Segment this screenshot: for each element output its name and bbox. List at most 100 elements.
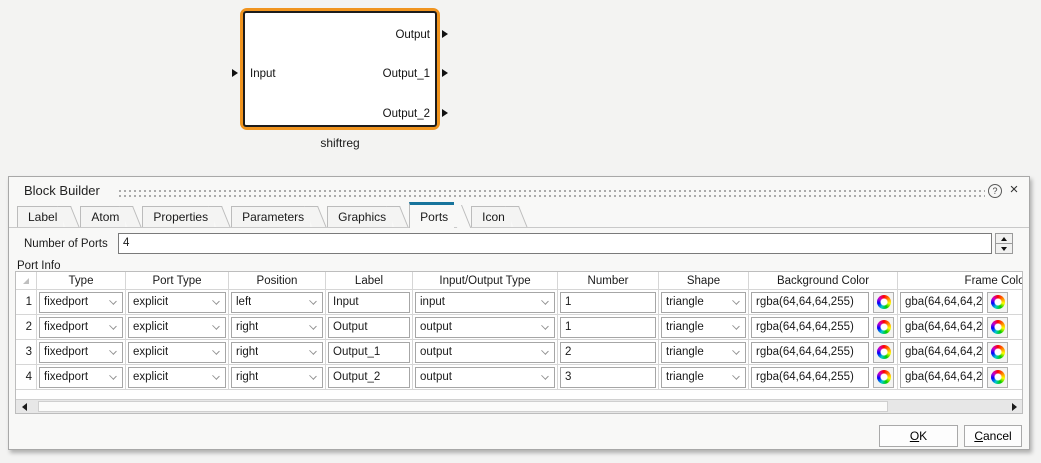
chevron-down-icon — [212, 322, 220, 330]
tab-ports[interactable]: Ports — [409, 202, 454, 228]
help-icon[interactable]: ? — [988, 184, 1002, 198]
tab-properties[interactable]: Properties — [142, 206, 214, 227]
output-1-port-arrow-icon[interactable] — [442, 69, 448, 77]
shape-select[interactable]: triangle — [661, 292, 746, 313]
shape-select[interactable]: triangle — [661, 342, 746, 363]
label-input[interactable]: Output — [328, 317, 410, 338]
ok-button[interactable]: OK — [879, 425, 958, 447]
number-input[interactable]: 1 — [560, 317, 656, 338]
chevron-down-icon — [109, 372, 117, 380]
number-input[interactable]: 2 — [560, 342, 656, 363]
background-color-picker-button[interactable] — [873, 317, 894, 338]
label-input[interactable]: Output_2 — [328, 367, 410, 388]
type-select[interactable]: fixedport — [39, 292, 123, 313]
io-type-select[interactable]: output — [415, 317, 555, 338]
type-select[interactable]: fixedport — [39, 317, 123, 338]
horizontal-scrollbar[interactable] — [16, 399, 1022, 413]
frame-color-input[interactable]: gba(64,64,64,255) — [900, 292, 983, 313]
io-type-select[interactable]: input — [415, 292, 555, 313]
port-info-table: Type Port Type Position Label Input/Outp… — [15, 271, 1023, 414]
shape-select[interactable]: triangle — [661, 367, 746, 388]
scrollbar-thumb[interactable] — [38, 401, 888, 412]
shape-select[interactable]: triangle — [661, 317, 746, 338]
chevron-down-icon — [732, 372, 740, 380]
position-select[interactable]: left — [231, 292, 323, 313]
port-type-select[interactable]: explicit — [128, 367, 226, 388]
column-header-frame-color[interactable]: Frame Color — [898, 272, 1023, 290]
column-header-position[interactable]: Position — [229, 272, 326, 290]
label-input[interactable]: Output_1 — [328, 342, 410, 363]
cancel-button[interactable]: Cancel — [964, 425, 1022, 447]
column-header-io-type[interactable]: Input/Output Type — [413, 272, 558, 290]
column-header-number[interactable]: Number — [558, 272, 659, 290]
block-body[interactable]: Input Output Output_1 Output_2 — [240, 8, 440, 130]
color-wheel-icon — [991, 320, 1005, 334]
table-row: 2 fixedport explicit right Output output… — [16, 315, 1023, 340]
scroll-right-button[interactable] — [1006, 400, 1022, 413]
spinner-up-button[interactable] — [995, 233, 1013, 244]
close-icon[interactable]: × — [1006, 181, 1022, 199]
row-header[interactable]: 3 — [16, 340, 37, 365]
port-type-select[interactable]: explicit — [128, 342, 226, 363]
background-color-picker-button[interactable] — [873, 292, 894, 313]
column-header-shape[interactable]: Shape — [659, 272, 749, 290]
background-color-picker-button[interactable] — [873, 342, 894, 363]
background-color-picker-button[interactable] — [873, 367, 894, 388]
row-header[interactable]: 1 — [16, 290, 37, 315]
tab-label[interactable]: Label — [17, 206, 63, 227]
frame-color-input[interactable]: gba(64,64,64,255) — [900, 342, 983, 363]
port-type-select[interactable]: explicit — [128, 317, 226, 338]
chevron-down-icon — [309, 322, 317, 330]
chevron-down-icon — [732, 322, 740, 330]
column-header-port-type[interactable]: Port Type — [126, 272, 229, 290]
chevron-down-icon — [541, 372, 549, 380]
column-header-type[interactable]: Type — [37, 272, 126, 290]
output-2-port-arrow-icon[interactable] — [442, 109, 448, 117]
frame-color-picker-button[interactable] — [987, 317, 1008, 338]
table-corner-cell[interactable] — [16, 272, 37, 290]
table-header-row: Type Port Type Position Label Input/Outp… — [16, 272, 1023, 290]
frame-color-input[interactable]: gba(64,64,64,255) — [900, 317, 983, 338]
frame-color-picker-button[interactable] — [987, 367, 1008, 388]
spinner-down-button[interactable] — [995, 244, 1013, 254]
column-header-background-color[interactable]: Background Color — [749, 272, 898, 290]
label-input[interactable]: Input — [328, 292, 410, 313]
block-builder-dialog: Block Builder ? × Label Atom Properties … — [8, 176, 1030, 450]
row-header[interactable]: 2 — [16, 315, 37, 340]
scroll-left-icon — [22, 403, 27, 411]
io-type-select[interactable]: output — [415, 342, 555, 363]
scroll-left-button[interactable] — [16, 400, 32, 413]
color-wheel-icon — [877, 295, 891, 309]
row-header[interactable]: 4 — [16, 365, 37, 390]
tab-icon[interactable]: Icon — [471, 206, 511, 227]
background-color-input[interactable]: rgba(64,64,64,255) — [751, 317, 869, 338]
tab-atom[interactable]: Atom — [80, 206, 125, 227]
dialog-titlebar[interactable]: Block Builder ? × — [9, 177, 1029, 203]
io-type-select[interactable]: output — [415, 367, 555, 388]
background-color-input[interactable]: rgba(64,64,64,255) — [751, 342, 869, 363]
tab-graphics[interactable]: Graphics — [327, 206, 392, 227]
number-input[interactable]: 3 — [560, 367, 656, 388]
position-select[interactable]: right — [231, 317, 323, 338]
port-type-select[interactable]: explicit — [128, 292, 226, 313]
output-port-arrow-icon[interactable] — [442, 30, 448, 38]
frame-color-input[interactable]: gba(64,64,64,255) — [900, 367, 983, 388]
background-color-input[interactable]: rgba(64,64,64,255) — [751, 292, 869, 313]
type-select[interactable]: fixedport — [39, 367, 123, 388]
position-select[interactable]: right — [231, 367, 323, 388]
position-select[interactable]: right — [231, 342, 323, 363]
frame-color-picker-button[interactable] — [987, 342, 1008, 363]
number-input[interactable]: 1 — [560, 292, 656, 313]
input-port-arrow-icon[interactable] — [232, 69, 238, 77]
tab-parameters[interactable]: Parameters — [231, 206, 310, 227]
frame-color-picker-button[interactable] — [987, 292, 1008, 313]
number-of-ports-input[interactable]: 4 — [118, 233, 992, 254]
titlebar-drag-handle[interactable] — [119, 190, 985, 200]
type-select[interactable]: fixedport — [39, 342, 123, 363]
background-color-input[interactable]: rgba(64,64,64,255) — [751, 367, 869, 388]
color-wheel-icon — [877, 320, 891, 334]
column-header-label[interactable]: Label — [326, 272, 413, 290]
shiftreg-block[interactable]: Input Output Output_1 Output_2 shiftreg — [240, 8, 440, 130]
chevron-down-icon — [309, 372, 317, 380]
port-label-output: Output — [395, 29, 430, 41]
